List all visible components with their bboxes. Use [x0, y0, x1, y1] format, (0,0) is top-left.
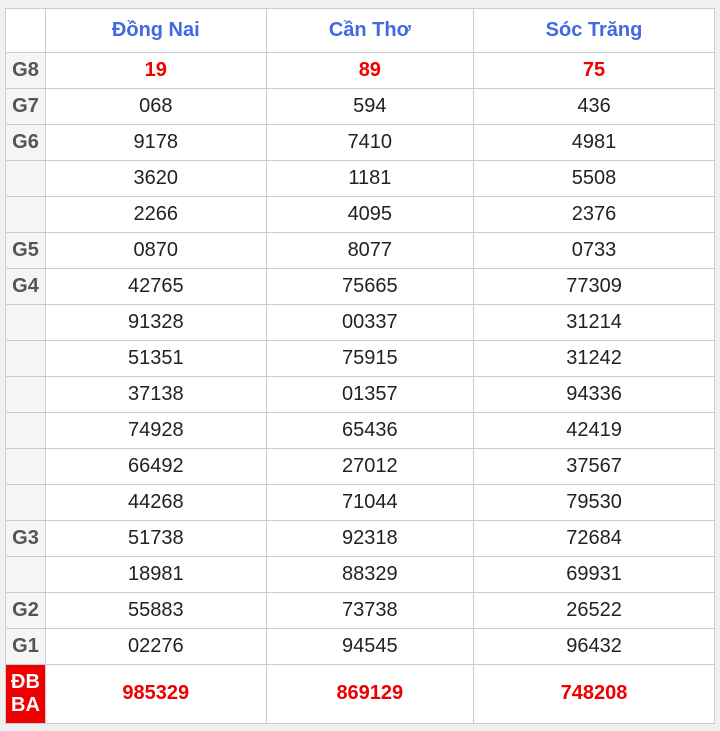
row-label-G3-0: G3 — [6, 520, 46, 556]
normal-value-1-2: 436 — [474, 88, 715, 124]
table-row: 513517591531242 — [6, 340, 715, 376]
table-row: G3517389231872684 — [6, 520, 715, 556]
row-label-G2: G2 — [6, 592, 46, 628]
table-row: 226640952376 — [6, 196, 715, 232]
normal-value-3-0: 0870 — [46, 232, 267, 268]
table-row-special: ĐBBA985329869129748208 — [6, 664, 715, 723]
row-label-G4-4 — [6, 412, 46, 448]
normal-value-7-1: 94545 — [266, 628, 473, 664]
row-label-G4-1 — [6, 304, 46, 340]
row-label-G5: G5 — [6, 232, 46, 268]
g8-value-2: 75 — [474, 52, 715, 88]
header-dong-nai: Đồng Nai — [46, 8, 267, 52]
multi-value-4-4-0: 74928 — [46, 412, 267, 448]
table-row: 362011815508 — [6, 160, 715, 196]
multi-value-4-6-1: 71044 — [266, 484, 473, 520]
row-label-G1: G1 — [6, 628, 46, 664]
multi-value-4-6-0: 44268 — [46, 484, 267, 520]
table-row: G4427657566577309 — [6, 268, 715, 304]
special-value-0: 985329 — [46, 664, 267, 723]
multi-value-4-3-1: 01357 — [266, 376, 473, 412]
multi-value-5-1-1: 88329 — [266, 556, 473, 592]
normal-value-3-2: 0733 — [474, 232, 715, 268]
header-can-tho: Cần Thơ — [266, 8, 473, 52]
multi-value-5-0-2: 72684 — [474, 520, 715, 556]
table-row: 913280033731214 — [6, 304, 715, 340]
table-row: G5087080770733 — [6, 232, 715, 268]
table-row: 749286543642419 — [6, 412, 715, 448]
row-label-G7: G7 — [6, 88, 46, 124]
multi-value-4-1-0: 91328 — [46, 304, 267, 340]
header-soc-trang: Sóc Trăng — [474, 8, 715, 52]
multi-value-4-2-2: 31242 — [474, 340, 715, 376]
multi-value-2-1-2: 5508 — [474, 160, 715, 196]
multi-value-2-2-0: 2266 — [46, 196, 267, 232]
special-value-1: 869129 — [266, 664, 473, 723]
normal-value-6-1: 73738 — [266, 592, 473, 628]
normal-value-6-0: 55883 — [46, 592, 267, 628]
normal-value-1-1: 594 — [266, 88, 473, 124]
table-row: 664922701237567 — [6, 448, 715, 484]
normal-value-3-1: 8077 — [266, 232, 473, 268]
multi-value-4-4-2: 42419 — [474, 412, 715, 448]
row-label-G4-2 — [6, 340, 46, 376]
multi-value-2-1-0: 3620 — [46, 160, 267, 196]
row-label-G4-0: G4 — [6, 268, 46, 304]
multi-value-4-5-0: 66492 — [46, 448, 267, 484]
table-row: 371380135794336 — [6, 376, 715, 412]
table-row: 189818832969931 — [6, 556, 715, 592]
multi-value-4-2-0: 51351 — [46, 340, 267, 376]
multi-value-4-4-1: 65436 — [266, 412, 473, 448]
table-row: G2558837373826522 — [6, 592, 715, 628]
row-label-G4-6 — [6, 484, 46, 520]
multi-value-4-6-2: 79530 — [474, 484, 715, 520]
multi-value-2-0-0: 9178 — [46, 124, 267, 160]
multi-value-4-1-2: 31214 — [474, 304, 715, 340]
special-value-2: 748208 — [474, 664, 715, 723]
multi-value-5-0-0: 51738 — [46, 520, 267, 556]
lottery-results-table: Đồng Nai Cần Thơ Sóc Trăng G8198975G7068… — [5, 8, 715, 724]
multi-value-2-0-2: 4981 — [474, 124, 715, 160]
g8-value-1: 89 — [266, 52, 473, 88]
row-label-G3-1 — [6, 556, 46, 592]
multi-value-2-0-1: 7410 — [266, 124, 473, 160]
multi-value-2-1-1: 1181 — [266, 160, 473, 196]
row-label-g8: G8 — [6, 52, 46, 88]
row-label-G6-2 — [6, 196, 46, 232]
normal-value-1-0: 068 — [46, 88, 267, 124]
multi-value-4-2-1: 75915 — [266, 340, 473, 376]
row-label-G4-5 — [6, 448, 46, 484]
table-row: G8198975 — [6, 52, 715, 88]
multi-value-2-2-2: 2376 — [474, 196, 715, 232]
multi-value-5-1-2: 69931 — [474, 556, 715, 592]
multi-value-4-5-2: 37567 — [474, 448, 715, 484]
multi-value-4-1-1: 00337 — [266, 304, 473, 340]
normal-value-7-0: 02276 — [46, 628, 267, 664]
multi-value-5-1-0: 18981 — [46, 556, 267, 592]
multi-value-4-0-1: 75665 — [266, 268, 473, 304]
multi-value-4-5-1: 27012 — [266, 448, 473, 484]
multi-value-4-3-0: 37138 — [46, 376, 267, 412]
normal-value-6-2: 26522 — [474, 592, 715, 628]
row-label-G6-0: G6 — [6, 124, 46, 160]
normal-value-7-2: 96432 — [474, 628, 715, 664]
multi-value-5-0-1: 92318 — [266, 520, 473, 556]
row-label-G6-1 — [6, 160, 46, 196]
multi-value-4-0-0: 42765 — [46, 268, 267, 304]
row-label-G4-3 — [6, 376, 46, 412]
multi-value-4-0-2: 77309 — [474, 268, 715, 304]
row-label-db: ĐBBA — [6, 664, 46, 723]
g8-value-0: 19 — [46, 52, 267, 88]
table-row: 442687104479530 — [6, 484, 715, 520]
table-row: G6917874104981 — [6, 124, 715, 160]
table-row: G7068594436 — [6, 88, 715, 124]
table-row: G1022769454596432 — [6, 628, 715, 664]
multi-value-4-3-2: 94336 — [474, 376, 715, 412]
multi-value-2-2-1: 4095 — [266, 196, 473, 232]
header-empty — [6, 8, 46, 52]
